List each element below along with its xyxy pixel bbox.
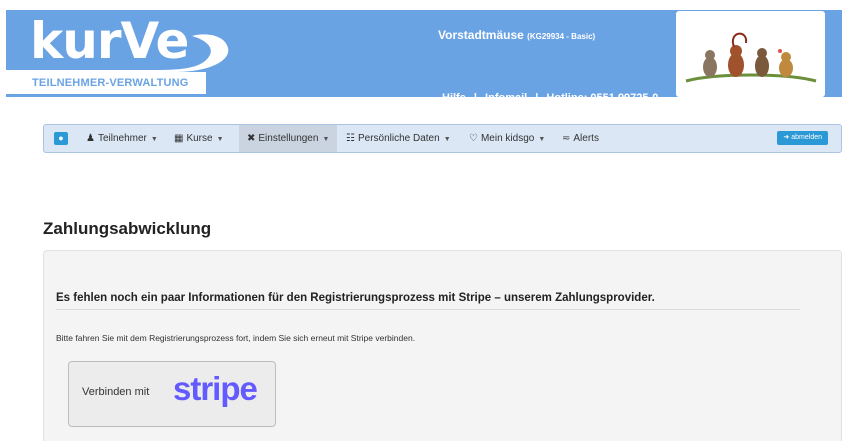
- account-code: (KG29934 - Basic): [527, 32, 596, 41]
- link-separator: |: [535, 92, 539, 104]
- rss-icon: ≂: [562, 133, 571, 144]
- page-title: Zahlungsabwicklung: [43, 219, 212, 238]
- help-link[interactable]: Hilfe: [442, 92, 466, 104]
- nav-label: Kurse: [186, 133, 213, 144]
- caret-down-icon: ▼: [150, 136, 158, 143]
- user-icon: ♟: [86, 133, 95, 144]
- payment-panel: Es fehlen noch ein paar Informationen fü…: [43, 250, 842, 441]
- barcode-icon: ☷: [346, 133, 355, 144]
- caret-down-icon: ▼: [216, 136, 224, 143]
- infomail-link[interactable]: Infomail: [485, 92, 527, 104]
- top-links: Hilfe | Infomail | Hotline: 0551 99725-0: [442, 92, 658, 104]
- main-navbar: ● ♟ Teilnehmer ▼ ▦ Kurse ▼ ✖ Einstellungen ▼ ☷…: [43, 124, 842, 153]
- account-info: Vorstadtmäuse (KG29934 - Basic): [438, 28, 595, 42]
- link-separator: |: [473, 92, 477, 104]
- kurve-logo[interactable]: kurVe TEILNEHMER-VERWALTUNG: [6, 10, 236, 97]
- nav-kurse[interactable]: ▦ Kurse ▼: [174, 125, 224, 152]
- nav-alerts[interactable]: ≂ Alerts: [562, 125, 599, 152]
- logout-label: abmelden: [791, 134, 822, 141]
- mice-illustration-icon: [685, 32, 817, 83]
- home-button[interactable]: ●: [54, 132, 68, 145]
- stripe-logo: stripe: [173, 370, 258, 407]
- connect-stripe-button[interactable]: Verbinden mit stripe: [68, 361, 276, 427]
- wrench-icon: ✖: [247, 133, 256, 144]
- calendar-icon: ▦: [174, 133, 184, 144]
- logout-button[interactable]: ➜ abmelden: [777, 131, 828, 145]
- nav-einstellungen[interactable]: ✖ Einstellungen ▼: [239, 125, 338, 152]
- caret-down-icon: ▼: [443, 136, 451, 143]
- nav-teilnehmer[interactable]: ♟ Teilnehmer ▼: [86, 125, 158, 152]
- nav-mein-kidsgo[interactable]: ♡ Mein kidsgo ▼: [469, 125, 545, 152]
- nav-label: Einstellungen: [258, 133, 319, 144]
- panel-heading: Es fehlen noch ein paar Informationen fü…: [56, 292, 655, 304]
- panel-text: Bitte fahren Sie mit dem Registrierungsp…: [56, 333, 416, 343]
- logo-text: kurVe: [30, 12, 189, 70]
- account-image: [676, 11, 825, 97]
- nav-label: Mein kidsgo: [480, 133, 535, 144]
- heart-icon: ♡: [469, 133, 478, 144]
- nav-label: Teilnehmer: [97, 133, 147, 144]
- nav-label: Persönliche Daten: [357, 133, 440, 144]
- connect-label: Verbinden mit: [82, 386, 150, 398]
- hotline-link[interactable]: Hotline: 0551 99725-0: [546, 92, 658, 104]
- account-name: Vorstadtmäuse: [438, 28, 524, 42]
- logo-subtitle: TEILNEHMER-VERWALTUNG: [32, 77, 189, 89]
- nav-label: Alerts: [573, 133, 599, 144]
- nav-persoenliche-daten[interactable]: ☷ Persönliche Daten ▼: [346, 125, 451, 152]
- home-icon: ●: [58, 133, 64, 143]
- divider: [56, 309, 800, 310]
- caret-down-icon: ▼: [322, 136, 330, 143]
- logout-icon: ➜: [783, 134, 790, 141]
- caret-down-icon: ▼: [538, 136, 546, 143]
